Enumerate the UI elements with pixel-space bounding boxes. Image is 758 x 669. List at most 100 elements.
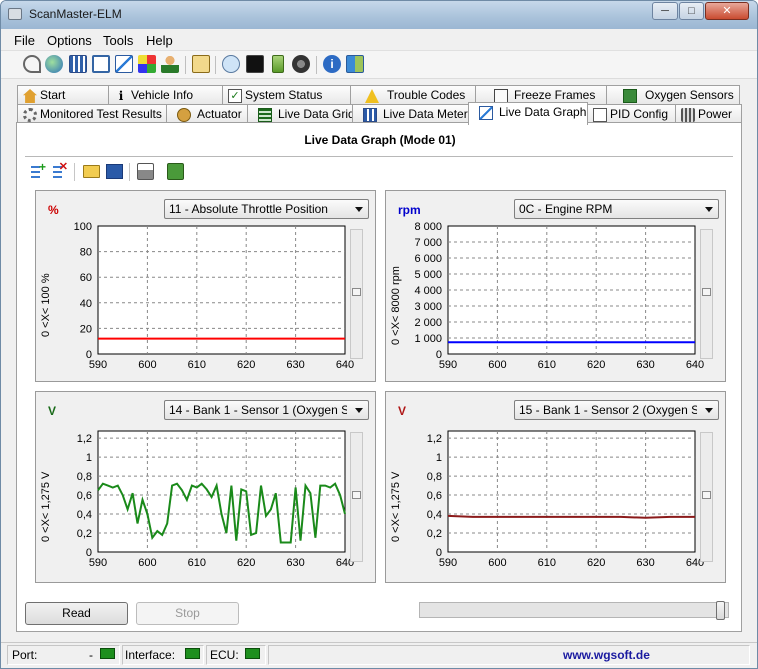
chart-plot-area: 590 600 610 620 630 64000,20,40,60,811,2	[77, 430, 354, 569]
chart-vertical-slider[interactable]	[700, 229, 713, 359]
slider-thumb[interactable]	[702, 288, 711, 296]
tab-label: Live Data Meter	[383, 107, 468, 121]
toolbar-separator	[74, 163, 75, 181]
tab-system-status[interactable]: ✓ System Status	[222, 85, 351, 106]
y-tick-label: 0,4	[77, 509, 92, 521]
x-tick-label: 600	[488, 359, 506, 371]
tab-oxygen-sensors[interactable]: Oxygen Sensors	[606, 85, 740, 106]
app-window: ScanMaster-ELM ─ □ ✕ File Options Tools …	[0, 0, 758, 669]
y-tick-label: 0,6	[427, 490, 442, 502]
print-icon[interactable]	[137, 163, 154, 180]
chart-vertical-slider[interactable]	[700, 432, 713, 562]
tab-label: PID Config	[610, 107, 669, 121]
x-tick-label: 640	[686, 359, 704, 371]
port-label: Port:	[12, 648, 38, 662]
y-tick-label: 0	[86, 547, 92, 559]
x-tick-label: 610	[538, 557, 556, 569]
plot-background	[447, 430, 696, 553]
toolbar-separator	[316, 56, 317, 74]
warning-icon	[365, 89, 379, 103]
meter-icon[interactable]	[92, 55, 110, 73]
remove-graph-icon[interactable]: ✕	[51, 162, 68, 180]
info-icon[interactable]: i	[323, 55, 341, 73]
tab-start[interactable]: Start	[17, 85, 109, 106]
person-icon[interactable]	[161, 55, 179, 73]
slider-thumb[interactable]	[352, 288, 361, 296]
connect-icon[interactable]	[23, 55, 41, 73]
y-tick-label: 0,2	[77, 528, 92, 540]
y-tick-label: 1	[436, 452, 442, 464]
actuator-icon	[177, 108, 191, 122]
tab-label: System Status	[245, 88, 323, 102]
tab-label: Trouble Codes	[387, 88, 466, 102]
y-tick-label: 100	[74, 221, 92, 233]
menu-help[interactable]: Help	[146, 33, 173, 48]
y-tick-label: 0	[86, 349, 92, 361]
tab-label: Start	[40, 88, 66, 102]
app-icon	[8, 8, 22, 20]
close-button[interactable]: ✕	[705, 2, 749, 20]
window-title: ScanMaster-ELM	[29, 7, 122, 21]
ecu-status-led	[245, 648, 260, 659]
chart-oxygen-b1s2: V 15 - Bank 1 - Sensor 2 (Oxygen Senso 5…	[385, 391, 726, 583]
speed-slider[interactable]	[419, 601, 729, 620]
port-value: -	[89, 648, 93, 662]
open-icon[interactable]	[83, 165, 100, 178]
chart-engine-rpm: rpm 0C - Engine RPM 590 600 610 620 630 640 0 1…	[385, 190, 726, 382]
title-bar[interactable]: ScanMaster-ELM ─ □ ✕	[1, 1, 757, 29]
tab-vehicle-info[interactable]: i Vehicle Info	[108, 85, 223, 106]
y-tick-label: 6 000	[414, 253, 442, 265]
exit-icon[interactable]	[346, 55, 364, 73]
y-tick-label: 0,6	[77, 490, 92, 502]
tab-live-data-graph[interactable]: Live Data Graph	[468, 102, 588, 125]
slider-thumb[interactable]	[716, 601, 725, 620]
terminal-window-icon[interactable]	[246, 55, 264, 73]
maximize-button[interactable]: □	[679, 2, 704, 20]
y-tick-label: 5 000	[414, 269, 442, 281]
chart-range-label: 0 <X< 8000 rpm	[390, 266, 402, 345]
graph-icon[interactable]	[115, 55, 133, 73]
grid-icon[interactable]	[69, 55, 87, 73]
read-button[interactable]: Read	[25, 602, 128, 625]
slider-thumb[interactable]	[352, 491, 361, 499]
slider-thumb[interactable]	[702, 491, 711, 499]
save-icon[interactable]	[106, 164, 123, 179]
y-tick-label: 4 000	[414, 285, 442, 297]
interface-status-led	[185, 648, 200, 659]
y-tick-label: 0	[436, 349, 442, 361]
battery-icon[interactable]	[272, 55, 284, 73]
x-tick-label: 630	[636, 359, 654, 371]
chart-vertical-slider[interactable]	[350, 432, 363, 562]
y-tick-label: 0,4	[427, 509, 442, 521]
globe-icon[interactable]	[45, 55, 63, 73]
menu-tools[interactable]: Tools	[103, 33, 133, 48]
minimize-button[interactable]: ─	[652, 2, 678, 20]
chart-plot-area: 590 600 610 620 630 64001 0002 0003 0004 0005…	[414, 221, 704, 371]
chart-vertical-slider[interactable]	[350, 229, 363, 359]
main-toolbar: i	[1, 51, 757, 79]
export-icon[interactable]	[167, 163, 184, 180]
menu-options[interactable]: Options	[47, 33, 92, 48]
stop-button[interactable]: Stop	[136, 602, 239, 625]
tab-trouble-codes[interactable]: Trouble Codes	[350, 85, 476, 106]
x-tick-label: 610	[188, 557, 206, 569]
x-tick-label: 610	[538, 359, 556, 371]
freeze-icon[interactable]	[138, 55, 156, 73]
menu-file[interactable]: File	[14, 33, 35, 48]
terminal-icon[interactable]	[222, 55, 240, 73]
grid-icon	[258, 108, 272, 122]
website-link[interactable]: www.wgsoft.de	[563, 648, 650, 662]
chart-plot-area: 590 600 610 620 630 64000,20,40,60,811,2	[427, 430, 704, 569]
add-graph-icon[interactable]: +	[29, 161, 46, 180]
y-tick-label: 2 000	[414, 317, 442, 329]
clipboard-icon[interactable]	[192, 55, 210, 73]
tab-label: Live Data Graph	[499, 105, 587, 119]
x-tick-label: 630	[286, 359, 304, 371]
tab-label: Freeze Frames	[514, 88, 596, 102]
panel-title: Live Data Graph (Mode 01)	[304, 133, 456, 147]
chart-range-label: 0 <X< 1,275 V	[390, 471, 402, 542]
x-tick-label: 600	[488, 557, 506, 569]
y-tick-label: 0	[436, 547, 442, 559]
x-tick-label: 620	[237, 557, 255, 569]
dashboard-icon[interactable]	[292, 55, 310, 73]
